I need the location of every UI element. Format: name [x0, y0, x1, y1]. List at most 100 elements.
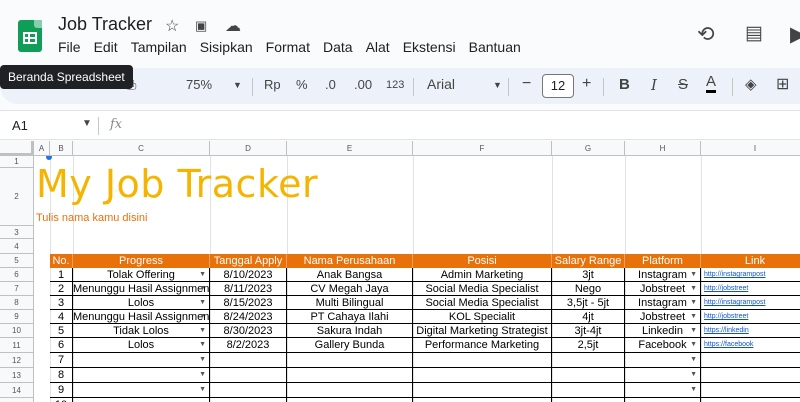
table-cell-company[interactable]: [287, 398, 413, 402]
table-cell-date[interactable]: [210, 353, 287, 368]
dropdown-chevron-icon[interactable]: ▼: [690, 324, 697, 337]
menu-data[interactable]: Data: [323, 39, 353, 55]
strikethrough-button[interactable]: S: [678, 76, 688, 93]
video-call-icon[interactable]: ▶: [790, 22, 800, 47]
table-header-cell[interactable]: Platform: [625, 254, 701, 268]
table-cell-progress[interactable]: ▼: [73, 353, 210, 368]
table-cell-date[interactable]: [210, 368, 287, 383]
dropdown-chevron-icon[interactable]: ▼: [199, 353, 206, 367]
dropdown-chevron-icon[interactable]: ▼: [690, 353, 697, 367]
table-header-cell[interactable]: Link: [701, 254, 800, 268]
table-cell-position[interactable]: Digital Marketing Strategist: [413, 324, 552, 338]
table-cell-position[interactable]: [413, 353, 552, 368]
row-header-3[interactable]: 3: [0, 226, 34, 239]
sheets-logo-icon[interactable]: [18, 20, 42, 52]
table-cell-date[interactable]: 8/11/2023: [210, 282, 287, 296]
table-header-cell[interactable]: Tanggal Apply: [210, 254, 287, 268]
menu-ekstensi[interactable]: Ekstensi: [403, 39, 456, 55]
table-cell-no[interactable]: 1: [50, 268, 73, 282]
table-cell-company[interactable]: Multi Bilingual: [287, 296, 413, 310]
table-cell-salary[interactable]: [552, 368, 625, 383]
menu-file[interactable]: File: [58, 39, 81, 55]
table-cell-link[interactable]: http://instagrampost: [701, 296, 800, 310]
table-cell-no[interactable]: 2: [50, 282, 73, 296]
percent-format-button[interactable]: %: [296, 77, 308, 92]
move-folder-icon[interactable]: ▣: [195, 18, 207, 34]
table-cell-link[interactable]: https://facebook: [701, 338, 800, 353]
font-chevron-down-icon[interactable]: ▼: [493, 80, 502, 90]
column-header-c[interactable]: C: [73, 141, 210, 156]
document-title[interactable]: Job Tracker: [58, 14, 152, 35]
dropdown-chevron-icon[interactable]: ▼: [199, 268, 206, 281]
row-header-9[interactable]: 9: [0, 310, 34, 324]
table-header-cell[interactable]: Progress: [73, 254, 210, 268]
dropdown-chevron-icon[interactable]: ▼: [199, 296, 206, 309]
comments-icon[interactable]: ▤: [745, 22, 763, 45]
row-header-14[interactable]: 14: [0, 383, 34, 398]
table-cell-position[interactable]: KOL Specialit: [413, 310, 552, 324]
table-cell-date[interactable]: 8/24/2023: [210, 310, 287, 324]
table-cell-date[interactable]: 8/2/2023: [210, 338, 287, 353]
font-select[interactable]: Arial: [427, 76, 455, 92]
table-cell-salary[interactable]: 4jt: [552, 310, 625, 324]
table-cell-platform[interactable]: ▼: [625, 368, 701, 383]
menu-tampilan[interactable]: Tampilan: [131, 39, 187, 55]
dropdown-chevron-icon[interactable]: ▼: [199, 368, 206, 382]
zoom-chevron-down-icon[interactable]: ▼: [233, 80, 242, 90]
dropdown-chevron-icon[interactable]: ▼: [690, 368, 697, 382]
row-header-1[interactable]: 1: [0, 156, 34, 168]
table-header-cell[interactable]: Posisi: [413, 254, 552, 268]
row-header-7[interactable]: 7: [0, 282, 34, 296]
table-cell-date[interactable]: [210, 383, 287, 398]
name-box[interactable]: A1: [12, 118, 28, 133]
row-header-12[interactable]: 12: [0, 353, 34, 368]
table-cell-date[interactable]: [210, 398, 287, 402]
font-size-increase-button[interactable]: +: [582, 75, 591, 93]
table-cell-link[interactable]: http://jobstreet: [701, 310, 800, 324]
table-cell-no[interactable]: 8: [50, 368, 73, 383]
table-header-cell[interactable]: No.: [50, 254, 73, 268]
table-cell-position[interactable]: [413, 368, 552, 383]
table-cell-platform[interactable]: ▼: [625, 383, 701, 398]
italic-button[interactable]: I: [651, 76, 657, 94]
row-header-2[interactable]: 2: [0, 168, 34, 226]
row-header-13[interactable]: 13: [0, 368, 34, 383]
table-cell-link[interactable]: [701, 368, 800, 383]
table-cell-link[interactable]: [701, 398, 800, 402]
table-cell-position[interactable]: Social Media Specialist: [413, 282, 552, 296]
cell-value[interactable]: http://jobstreet: [704, 313, 748, 320]
dropdown-chevron-icon[interactable]: ▼: [199, 383, 206, 397]
table-cell-platform[interactable]: ▼: [625, 353, 701, 368]
table-cell-platform[interactable]: Facebook ▼: [625, 338, 701, 353]
dropdown-chevron-icon[interactable]: ▼: [690, 383, 697, 397]
table-cell-platform[interactable]: Jobstreet ▼: [625, 310, 701, 324]
table-cell-progress[interactable]: Tolak Offering ▼: [73, 268, 210, 282]
dropdown-chevron-icon[interactable]: ▼: [199, 398, 206, 402]
table-cell-link[interactable]: http://instagrampost: [701, 268, 800, 282]
table-cell-company[interactable]: Gallery Bunda: [287, 338, 413, 353]
currency-format-button[interactable]: Rp: [264, 77, 281, 92]
table-header-cell[interactable]: Nama Perusahaan: [287, 254, 413, 268]
column-header-e[interactable]: E: [287, 141, 413, 156]
table-cell-position[interactable]: Social Media Specialist: [413, 296, 552, 310]
font-size-decrease-button[interactable]: −: [522, 75, 531, 93]
table-cell-no[interactable]: 4: [50, 310, 73, 324]
dropdown-chevron-icon[interactable]: ▼: [690, 310, 697, 323]
cell-value[interactable]: http://instagrampost: [704, 271, 765, 278]
cell-value[interactable]: http://jobstreet: [704, 285, 748, 292]
table-cell-date[interactable]: 8/30/2023: [210, 324, 287, 338]
dropdown-chevron-icon[interactable]: ▼: [199, 324, 206, 337]
text-color-button[interactable]: A: [706, 74, 717, 93]
table-cell-salary[interactable]: 3,5jt - 5jt: [552, 296, 625, 310]
table-cell-salary[interactable]: Nego: [552, 282, 625, 296]
dropdown-chevron-icon[interactable]: ▼: [199, 338, 206, 352]
table-cell-company[interactable]: Anak Bangsa: [287, 268, 413, 282]
table-cell-position[interactable]: [413, 398, 552, 402]
table-cell-platform[interactable]: Linkedin ▼: [625, 324, 701, 338]
table-cell-no[interactable]: 6: [50, 338, 73, 353]
table-cell-company[interactable]: PT Cahaya Ilahi: [287, 310, 413, 324]
cloud-status-icon[interactable]: ☁: [225, 16, 241, 36]
column-header-i[interactable]: I: [701, 141, 800, 156]
table-cell-no[interactable]: 9: [50, 383, 73, 398]
table-cell-progress[interactable]: Lolos ▼: [73, 338, 210, 353]
